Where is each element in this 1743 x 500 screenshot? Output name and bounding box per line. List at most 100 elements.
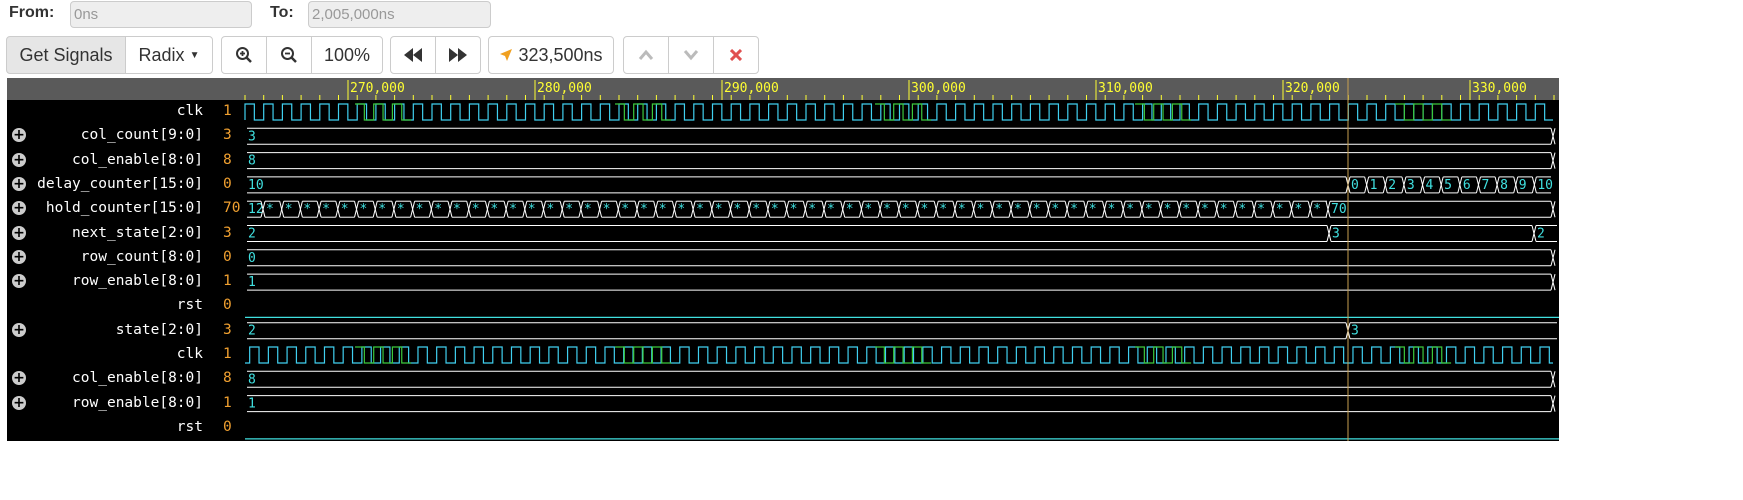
bus-segment-label: * bbox=[490, 202, 498, 217]
bus-segment-label: * bbox=[621, 202, 629, 217]
bus-segment-label: 3 bbox=[1332, 227, 1340, 242]
bus-segment-label: * bbox=[1295, 202, 1303, 217]
bus-segment-label: 1 bbox=[1370, 178, 1378, 193]
bus-segment-label: 0 bbox=[1351, 178, 1359, 193]
bus-segment-label: 4 bbox=[1426, 178, 1434, 193]
bus-segment-label: 9 bbox=[1519, 178, 1527, 193]
bus-segment-label: * bbox=[1257, 202, 1265, 217]
backward-icon bbox=[404, 48, 422, 62]
bus-segment-label: 2 bbox=[1537, 227, 1545, 242]
get-signals-label: Get Signals bbox=[19, 44, 113, 65]
bus-segment-label: * bbox=[1313, 202, 1321, 217]
jump-backward-button[interactable] bbox=[390, 36, 436, 74]
clock-highlight bbox=[355, 346, 412, 364]
ruler-tick-label: 280,000 bbox=[537, 81, 592, 96]
bus-segment-label: * bbox=[752, 202, 760, 217]
navigate-button-group bbox=[390, 36, 481, 74]
zoom-level: 100% bbox=[323, 44, 371, 65]
bus-segment-label: 7 bbox=[1481, 178, 1489, 193]
bus-segment-label: 10 bbox=[1537, 178, 1553, 193]
ruler-tick-label: 320,000 bbox=[1285, 81, 1340, 96]
bus-segment-label: * bbox=[883, 202, 891, 217]
bus-segment-label: * bbox=[285, 202, 293, 217]
bus-segment-label: * bbox=[1033, 202, 1041, 217]
zoom-out-button[interactable] bbox=[266, 36, 312, 74]
bus-segment-label: * bbox=[416, 202, 424, 217]
bus-segment-label: * bbox=[827, 202, 835, 217]
bus-segment-label: * bbox=[453, 202, 461, 217]
bus-segment-label: * bbox=[677, 202, 685, 217]
bus-segment-label: * bbox=[808, 202, 816, 217]
bus-segment-label: * bbox=[958, 202, 966, 217]
bus-segment-label: * bbox=[266, 202, 274, 217]
clock-waveform bbox=[245, 346, 1553, 364]
remove-signal-button[interactable] bbox=[713, 36, 759, 74]
radix-dropdown[interactable]: Radix ▼ bbox=[125, 36, 213, 74]
bus-segment-label: * bbox=[921, 202, 929, 217]
jump-forward-button[interactable] bbox=[435, 36, 481, 74]
ruler-tick-label: 330,000 bbox=[1472, 81, 1527, 96]
zoom-in-button[interactable] bbox=[221, 36, 267, 74]
bus-segment-label: * bbox=[1201, 202, 1209, 217]
bus-segment-label: 8 bbox=[1500, 178, 1508, 193]
bus-segment-label: * bbox=[1164, 202, 1172, 217]
waveform-canvas[interactable]: 270,000 280,000 290,000 300,000 310,000 320,0… bbox=[7, 78, 1559, 441]
bus-segment-label: * bbox=[341, 202, 349, 217]
bus-segment-label: * bbox=[360, 202, 368, 217]
bus-segment-label: * bbox=[939, 202, 947, 217]
ruler-tick-label: 270,000 bbox=[350, 81, 405, 96]
bus-segment-label: * bbox=[528, 202, 536, 217]
location-arrow-icon bbox=[500, 49, 513, 61]
clock-highlight bbox=[1395, 103, 1452, 121]
from-label: From: bbox=[9, 4, 55, 21]
bus-segment-label: * bbox=[1051, 202, 1059, 217]
zoom-level-button[interactable]: 100% bbox=[311, 36, 383, 74]
cursor-time: 323,500ns bbox=[518, 44, 603, 65]
get-signals-button[interactable]: Get Signals bbox=[6, 36, 126, 74]
bus-segment-label: * bbox=[659, 202, 667, 217]
bus-segment-label: 2 bbox=[1388, 178, 1396, 193]
signal-button-group: Get Signals Radix ▼ bbox=[6, 36, 213, 74]
cursor-group: 323,500ns bbox=[488, 36, 614, 74]
bus-segment-label: * bbox=[509, 202, 517, 217]
to-input[interactable]: 2,005,000ns bbox=[308, 1, 491, 28]
bus-segment-label: 8 bbox=[248, 372, 256, 387]
bus-segment-label: * bbox=[1145, 202, 1153, 217]
ruler-tick-label: 300,000 bbox=[911, 81, 966, 96]
bus-segment-label: * bbox=[1220, 202, 1228, 217]
bus-segment-label: 0 bbox=[248, 251, 256, 266]
bus-segment-label: * bbox=[995, 202, 1003, 217]
bus-segment-label: * bbox=[1089, 202, 1097, 217]
caret-down-icon: ▼ bbox=[189, 49, 200, 61]
bus-segment-label: 6 bbox=[1463, 178, 1471, 193]
move-down-button[interactable] bbox=[668, 36, 714, 74]
bus-segment-label: * bbox=[640, 202, 648, 217]
bus-segment-label: * bbox=[864, 202, 872, 217]
bus-segment-label: 10 bbox=[248, 178, 264, 193]
waveform-viewer[interactable]: clk 1 + col_count[9:0] 3 + col_enable[8:0] 8 + de… bbox=[7, 78, 1559, 441]
zoom-in-icon bbox=[236, 47, 252, 63]
cursor-time-button[interactable]: 323,500ns bbox=[488, 36, 614, 74]
bus-segment-label: * bbox=[1108, 202, 1116, 217]
bus-segment-label: 70 bbox=[1331, 202, 1347, 217]
move-up-button[interactable] bbox=[623, 36, 669, 74]
bus-segment-label: * bbox=[771, 202, 779, 217]
zoom-out-icon bbox=[281, 47, 297, 63]
clock-highlight bbox=[1135, 103, 1192, 121]
bus-segment-label: * bbox=[1276, 202, 1284, 217]
from-input[interactable]: 0ns bbox=[70, 1, 252, 28]
clock-highlight bbox=[615, 103, 672, 121]
bus-segment-label: 2 bbox=[248, 227, 256, 242]
bus-segment-label: * bbox=[322, 202, 330, 217]
bus-segment-label: * bbox=[547, 202, 555, 217]
edit-button-group bbox=[623, 36, 759, 74]
bus-segment-label: * bbox=[734, 202, 742, 217]
clock-highlight bbox=[875, 103, 932, 121]
bus-segment-label: * bbox=[1126, 202, 1134, 217]
bus-segment-label: 1 bbox=[248, 275, 256, 290]
to-label: To: bbox=[270, 4, 294, 21]
chevron-up-icon bbox=[638, 49, 654, 60]
bus-segment-label: * bbox=[846, 202, 854, 217]
bus-segment-label: 3 bbox=[248, 129, 256, 144]
bus-segment-label: 3 bbox=[1407, 178, 1415, 193]
